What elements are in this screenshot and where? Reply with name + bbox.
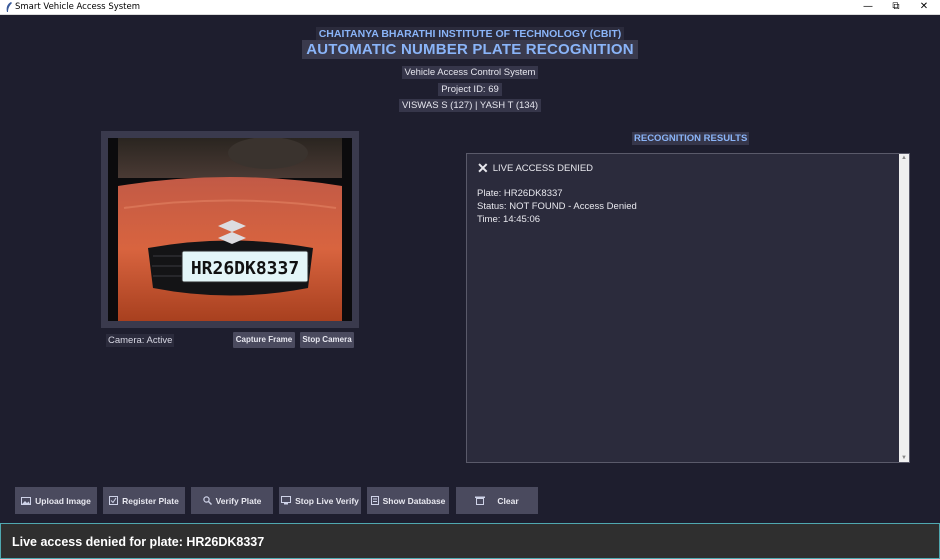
restore-button[interactable]: ⧉ (882, 0, 910, 15)
camera-feed: HR26DK8337 (108, 138, 352, 321)
camera-frame: HR26DK8337 (101, 131, 359, 328)
minimize-button[interactable]: — (854, 0, 882, 15)
plate-text: HR26DK8337 (191, 258, 299, 279)
clear-label: Clear (497, 495, 519, 506)
subtitle-row: Vehicle Access Control System (0, 62, 940, 80)
show-database-label: Show Database (382, 495, 446, 506)
trash-icon (475, 496, 486, 505)
feather-icon (6, 2, 12, 12)
scroll-up-icon[interactable]: ▲ (899, 155, 909, 161)
result-status: Status: NOT FOUND - Access Denied (477, 201, 637, 212)
stop-live-verify-label: Stop Live Verify (295, 495, 359, 506)
capture-frame-button[interactable]: Capture Frame (233, 332, 295, 348)
team-row: VISWAS S (127) | YASH T (134) (0, 95, 940, 113)
result-heading: LIVE ACCESS DENIED (492, 163, 594, 174)
stop-camera-button[interactable]: Stop Camera (300, 332, 354, 348)
camera-status: Camera: Active (106, 334, 175, 347)
camera-feed-image: HR26DK8337 (108, 138, 352, 321)
upload-image-label: Upload Image (35, 495, 91, 506)
close-button[interactable]: ✕ (910, 0, 938, 15)
magnifier-icon (202, 496, 212, 505)
app-subtitle: Vehicle Access Control System (401, 66, 539, 79)
app-title: AUTOMATIC NUMBER PLATE RECOGNITION (302, 40, 638, 59)
scroll-down-icon[interactable]: ▼ (899, 455, 909, 461)
register-plate-button[interactable]: Register Plate (103, 487, 185, 514)
status-bar: Live access denied for plate: HR26DK8337 (0, 523, 940, 559)
team-members: VISWAS S (127) | YASH T (134) (398, 99, 542, 112)
upload-image-button[interactable]: Upload Image (15, 487, 97, 514)
monitor-icon (281, 496, 292, 505)
database-icon (370, 496, 379, 505)
register-plate-label: Register Plate (122, 495, 179, 506)
window-titlebar: Smart Vehicle Access System — ⧉ ✕ (0, 0, 940, 15)
scroll-thumb[interactable] (901, 164, 907, 452)
results-textbox[interactable]: ✕ LIVE ACCESS DENIED Plate: HR26DK8337 S… (466, 153, 910, 463)
window-title: Smart Vehicle Access System (15, 2, 141, 12)
result-time: Time: 14:45:06 (477, 214, 541, 225)
clear-button[interactable]: Clear (456, 487, 538, 514)
verify-plate-button[interactable]: Verify Plate (191, 487, 273, 514)
results-title: RECOGNITION RESULTS (632, 132, 750, 145)
result-heading-row: ✕ LIVE ACCESS DENIED (477, 160, 637, 176)
denied-icon: ✕ (477, 160, 489, 176)
verify-plate-label: Verify Plate (215, 495, 262, 506)
stop-live-verify-button[interactable]: Stop Live Verify (279, 487, 361, 514)
image-icon (21, 496, 32, 505)
status-message: Live access denied for plate: HR26DK8337 (12, 535, 265, 549)
app-title-row: AUTOMATIC NUMBER PLATE RECOGNITION (0, 40, 940, 59)
results-content: ✕ LIVE ACCESS DENIED Plate: HR26DK8337 S… (477, 160, 637, 226)
results-scrollbar[interactable]: ▲ ▼ (899, 154, 909, 462)
show-database-button[interactable]: Show Database (367, 487, 449, 514)
result-plate: Plate: HR26DK8337 (477, 188, 563, 199)
checkbox-icon (109, 496, 119, 505)
college-name: CHAITANYA BHARATHI INSTITUTE OF TECHNOLO… (315, 27, 625, 41)
